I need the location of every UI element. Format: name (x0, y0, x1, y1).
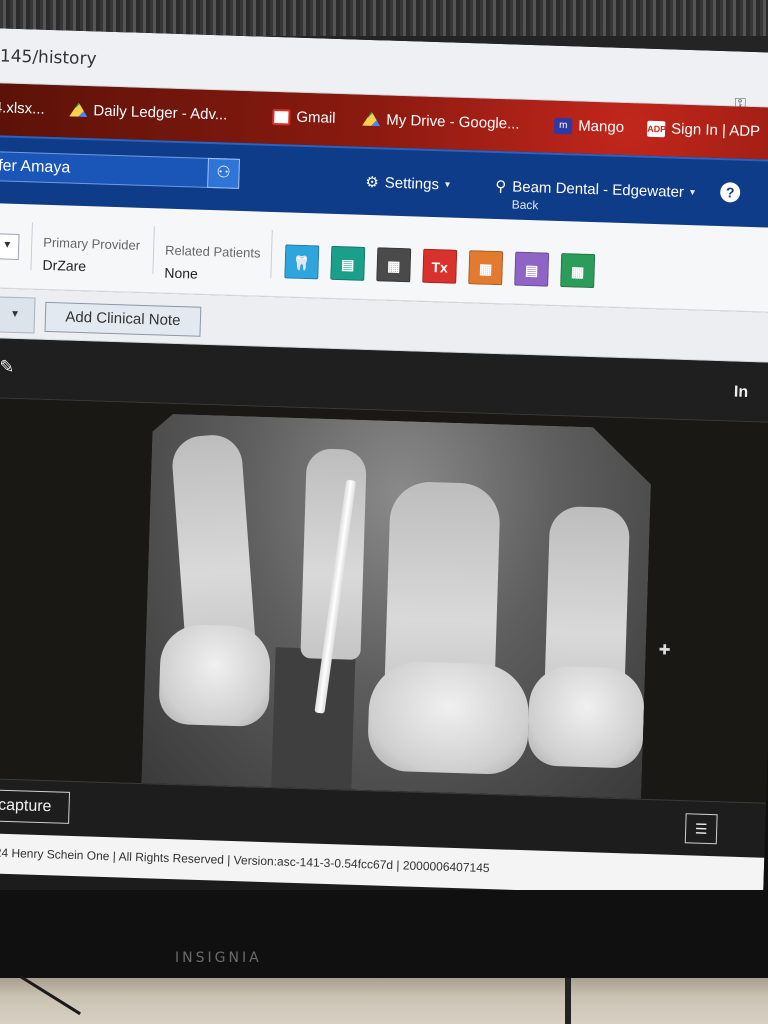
related-patients-value: None (164, 264, 199, 282)
calendar-icon: ▦ (570, 263, 585, 280)
help-icon[interactable]: ? (719, 182, 741, 203)
patient-search-field[interactable]: ifer Amaya (0, 150, 237, 189)
bookmark-adp[interactable]: ADP Sign In | ADP (646, 120, 761, 141)
perio-chart-icon: ▤ (340, 256, 355, 273)
desk-surface (0, 978, 768, 1024)
patient-status-dropdown[interactable]: ▼ (0, 232, 20, 261)
patient-name: ifer Amaya (0, 157, 71, 177)
url-text[interactable]: 7145/history (0, 46, 97, 69)
right-panel-label[interactable]: In (734, 384, 749, 402)
primary-provider-value: DrZare (42, 256, 87, 275)
dental-xray-image[interactable] (141, 413, 652, 799)
bookmark-label: Gmail (296, 108, 336, 127)
bookmark-xlsx[interactable]: 24.xlsx... (0, 99, 45, 118)
photo-stage: 7145/history ⚿ 24.xlsx... Daily Ledger -… (0, 0, 768, 1024)
background-wall (0, 0, 768, 36)
bookmark-label: Mango (577, 117, 625, 136)
monitor-screen: 7145/history ⚿ 24.xlsx... Daily Ledger -… (0, 28, 768, 915)
add-clinical-note-button[interactable]: Add Clinical Note (44, 301, 202, 337)
related-patients-label: Related Patients (164, 242, 261, 261)
chevron-down-icon: ▼ (2, 239, 13, 251)
chevron-down-icon: ▾ (444, 178, 451, 191)
google-drive-icon (362, 111, 380, 128)
options-dropdown-button[interactable]: ▼ (0, 295, 36, 334)
tooth-crown (527, 665, 645, 769)
monitor-stand (565, 978, 571, 1024)
person-search-icon: ⚇ (216, 164, 231, 182)
bookmark-label: Sign In | ADP (670, 120, 761, 141)
bookmark-mango[interactable]: m Mango (553, 117, 625, 136)
pencil-icon[interactable]: ✎ (0, 356, 15, 377)
monitor-bezel (0, 890, 768, 980)
forms-button[interactable]: ▤ (514, 251, 550, 287)
adp-icon: ADP (646, 120, 666, 137)
gear-icon: ⚙ (365, 173, 380, 192)
patient-lookup-button[interactable]: ⚇ (207, 157, 241, 189)
location-pin-icon: ⚲ (495, 177, 507, 196)
crosshair-plus-icon[interactable]: ✚ (659, 641, 671, 658)
bookmark-label: Daily Ledger - Adv... (93, 102, 228, 124)
settings-menu[interactable]: ⚙ Settings ▾ (365, 173, 450, 194)
imaging-button[interactable]: ▦ (376, 247, 412, 283)
divider (152, 226, 155, 275)
perio-button[interactable]: ▤ (330, 245, 366, 281)
gmail-icon (272, 108, 291, 125)
sliders-icon: ☰ (694, 820, 708, 837)
treatment-button[interactable]: Tx (422, 248, 458, 284)
extraction-site (271, 647, 355, 789)
adjust-filters-button[interactable]: ☰ (684, 813, 718, 845)
primary-provider-label: Primary Provider (43, 234, 141, 253)
treatment-tx-icon: Tx (431, 258, 449, 276)
xray-viewer[interactable]: ✚ (0, 397, 768, 803)
chevron-down-icon: ▼ (9, 308, 21, 321)
divider (270, 229, 273, 278)
document-icon: ▤ (524, 261, 539, 279)
chevron-down-icon: ▾ (689, 186, 696, 198)
tooth-crown (367, 660, 530, 775)
bookmark-my-drive[interactable]: My Drive - Google... (362, 111, 520, 133)
bookmark-label: 24.xlsx... (0, 98, 45, 118)
google-drive-icon (69, 102, 87, 119)
calculator-icon: ▦ (478, 260, 493, 277)
tooth-chart-button[interactable]: 🦷 (284, 244, 320, 280)
settings-label: Settings (384, 173, 440, 193)
film-icon: ▦ (386, 257, 401, 275)
back-link[interactable]: Back (511, 197, 538, 212)
ledger-button[interactable]: ▦ (468, 250, 504, 286)
location-label: Beam Dental - Edgewater (512, 177, 685, 201)
monitor-brand: INSIGNIA (175, 950, 262, 966)
recapture-button[interactable]: Recapture (0, 788, 71, 824)
bookmark-label: My Drive - Google... (386, 111, 520, 133)
tooth-icon: 🦷 (292, 254, 311, 272)
divider (30, 222, 33, 271)
bookmark-gmail[interactable]: Gmail (272, 108, 336, 127)
copyright-text: 3 - 2024 Henry Schein One | All Rights R… (0, 844, 490, 876)
tooth-crown (158, 624, 271, 727)
bookmark-daily-ledger[interactable]: Daily Ledger - Adv... (69, 102, 228, 124)
mango-icon: m (553, 117, 573, 134)
schedule-button[interactable]: ▦ (560, 253, 596, 289)
